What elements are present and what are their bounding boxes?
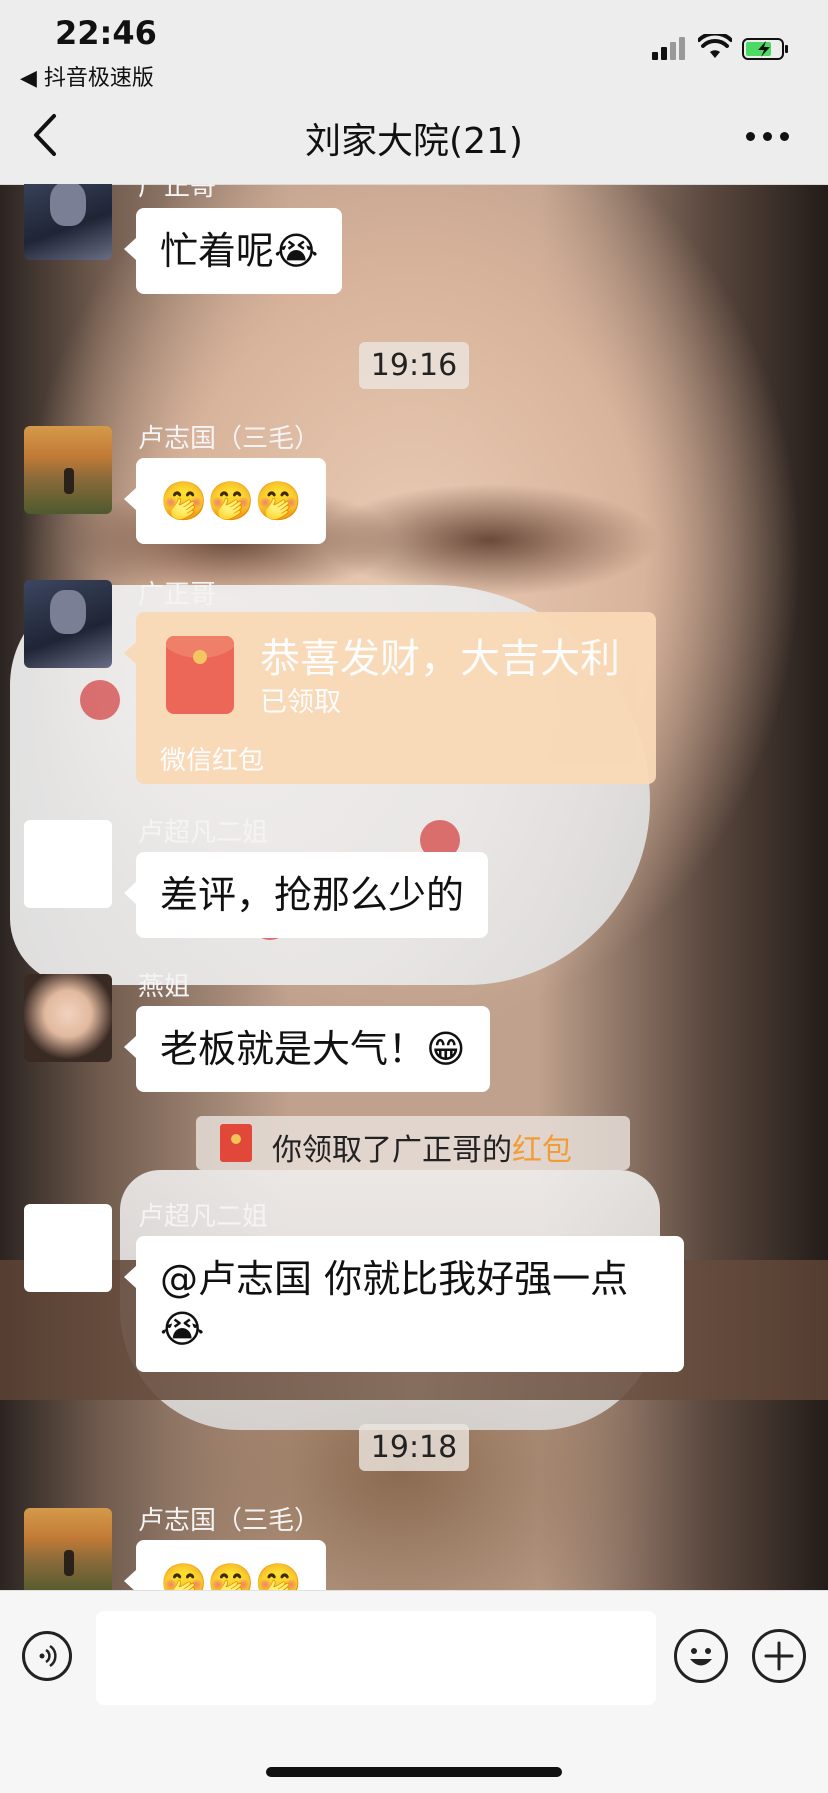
avatar[interactable] <box>24 184 112 260</box>
sender-name: 卢志国（三毛） <box>138 1506 321 1536</box>
cellular-signal-icon <box>652 36 686 60</box>
home-indicator[interactable] <box>266 1767 562 1777</box>
message-bubble[interactable]: 忙着呢😭 <box>123 208 343 294</box>
red-packet-status: 已领取 <box>260 687 341 718</box>
system-message: 你领取了广正哥的红包 <box>196 1116 630 1170</box>
avatar[interactable] <box>24 1204 112 1292</box>
red-packet-footer: 微信红包 <box>160 746 265 776</box>
message-input[interactable] <box>96 1611 656 1705</box>
chat-title: 刘家大院(21) <box>305 121 523 162</box>
system-message-text: 你领取了广正哥的红包 <box>272 1133 572 1168</box>
red-envelope-icon <box>220 1124 252 1162</box>
sender-name: 燕姐 <box>138 972 191 1002</box>
plus-icon[interactable] <box>752 1629 806 1683</box>
message-bubble[interactable]: 差评，抢那么少的 <box>123 852 489 938</box>
message-list[interactable]: 广正哥 忙着呢😭 19:16 卢志国（三毛） 🤭🤭🤭 广正哥 恭喜发财，大吉大利… <box>0 184 828 1590</box>
more-icon[interactable] <box>744 128 792 144</box>
message-bubble[interactable]: 🤭🤭🤭 <box>124 1540 326 1590</box>
avatar[interactable] <box>24 580 112 668</box>
message-bubble[interactable]: @卢志国 你就比我好强一点 😭 <box>124 1236 684 1372</box>
sender-name: 卢志国（三毛） <box>138 424 321 454</box>
status-time: 22:46 <box>55 14 157 52</box>
status-bar: 22:46 ◀ 抖音极速版 <box>0 0 828 91</box>
message-bubble[interactable]: 老板就是大气！😁 <box>124 1006 490 1092</box>
message-text-line: @卢志国 你就比我好强一点 <box>160 1257 629 1301</box>
chat-header: 刘家大院(21) <box>0 88 828 185</box>
message-text-line: 😭 <box>160 1307 205 1351</box>
voice-icon[interactable] <box>22 1631 72 1681</box>
timestamp: 19:16 <box>0 342 828 389</box>
sender-name: 卢超凡二姐 <box>138 818 269 848</box>
wifi-icon <box>698 34 732 58</box>
red-envelope-icon <box>166 636 234 714</box>
avatar[interactable] <box>24 426 112 514</box>
red-packet-link[interactable]: 红包 <box>512 1133 572 1168</box>
sender-name: 卢超凡二姐 <box>138 1202 269 1232</box>
red-packet-card[interactable]: 恭喜发财，大吉大利 已领取 微信红包 <box>124 612 656 784</box>
red-packet-title: 恭喜发财，大吉大利 <box>260 636 620 682</box>
input-bar <box>0 1590 828 1793</box>
sender-name: 广正哥 <box>138 184 217 202</box>
avatar[interactable] <box>24 974 112 1062</box>
message-bubble[interactable]: 🤭🤭🤭 <box>124 458 326 544</box>
battery-charging-icon <box>742 38 788 60</box>
avatar[interactable] <box>24 1508 112 1590</box>
emoji-icon[interactable] <box>674 1629 728 1683</box>
sender-name: 广正哥 <box>138 580 217 610</box>
timestamp: 19:18 <box>0 1424 828 1471</box>
avatar[interactable] <box>24 820 112 908</box>
